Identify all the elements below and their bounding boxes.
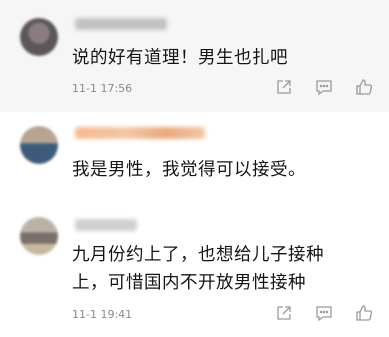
like-icon[interactable] — [355, 304, 373, 322]
comment-text: 说的好有道理！男生也扎吧 — [72, 44, 288, 72]
comment-timestamp: 11-1 17:56 — [72, 82, 133, 95]
comment-item: 九月份约上了，也想给儿子接种 上，可惜国内不开放男性接种 11-1 19:41 — [0, 207, 389, 337]
comment-item: 我是男性，我觉得可以接受。 — [0, 112, 389, 207]
comment-text-line: 说的好有道理！男生也扎吧 — [72, 48, 288, 68]
comment-actions — [275, 78, 373, 96]
avatar[interactable] — [20, 18, 58, 56]
comment-text-line: 九月份约上了，也想给儿子接种 — [72, 245, 324, 265]
username-blurred[interactable] — [75, 219, 137, 231]
comment-text: 九月份约上了，也想给儿子接种 上，可惜国内不开放男性接种 — [72, 241, 324, 297]
comment-list: 说的好有道理！男生也扎吧 11-1 17:56 我是男性，我觉得可以接受。 九月… — [0, 0, 389, 337]
comment-item: 说的好有道理！男生也扎吧 11-1 17:56 — [0, 0, 389, 112]
comment-timestamp: 11-1 19:41 — [72, 308, 133, 321]
comment-icon[interactable] — [315, 304, 333, 322]
username-blurred[interactable] — [75, 127, 205, 139]
comment-actions — [275, 304, 373, 322]
username-blurred[interactable] — [75, 18, 167, 30]
comment-text-line: 我是男性，我觉得可以接受。 — [72, 160, 306, 180]
avatar[interactable] — [20, 126, 58, 164]
share-icon[interactable] — [275, 304, 293, 322]
like-icon[interactable] — [355, 78, 373, 96]
comment-text-line: 上，可惜国内不开放男性接种 — [72, 273, 306, 293]
avatar[interactable] — [20, 217, 58, 255]
comment-text: 我是男性，我觉得可以接受。 — [72, 156, 306, 184]
comment-icon[interactable] — [315, 78, 333, 96]
share-icon[interactable] — [275, 78, 293, 96]
